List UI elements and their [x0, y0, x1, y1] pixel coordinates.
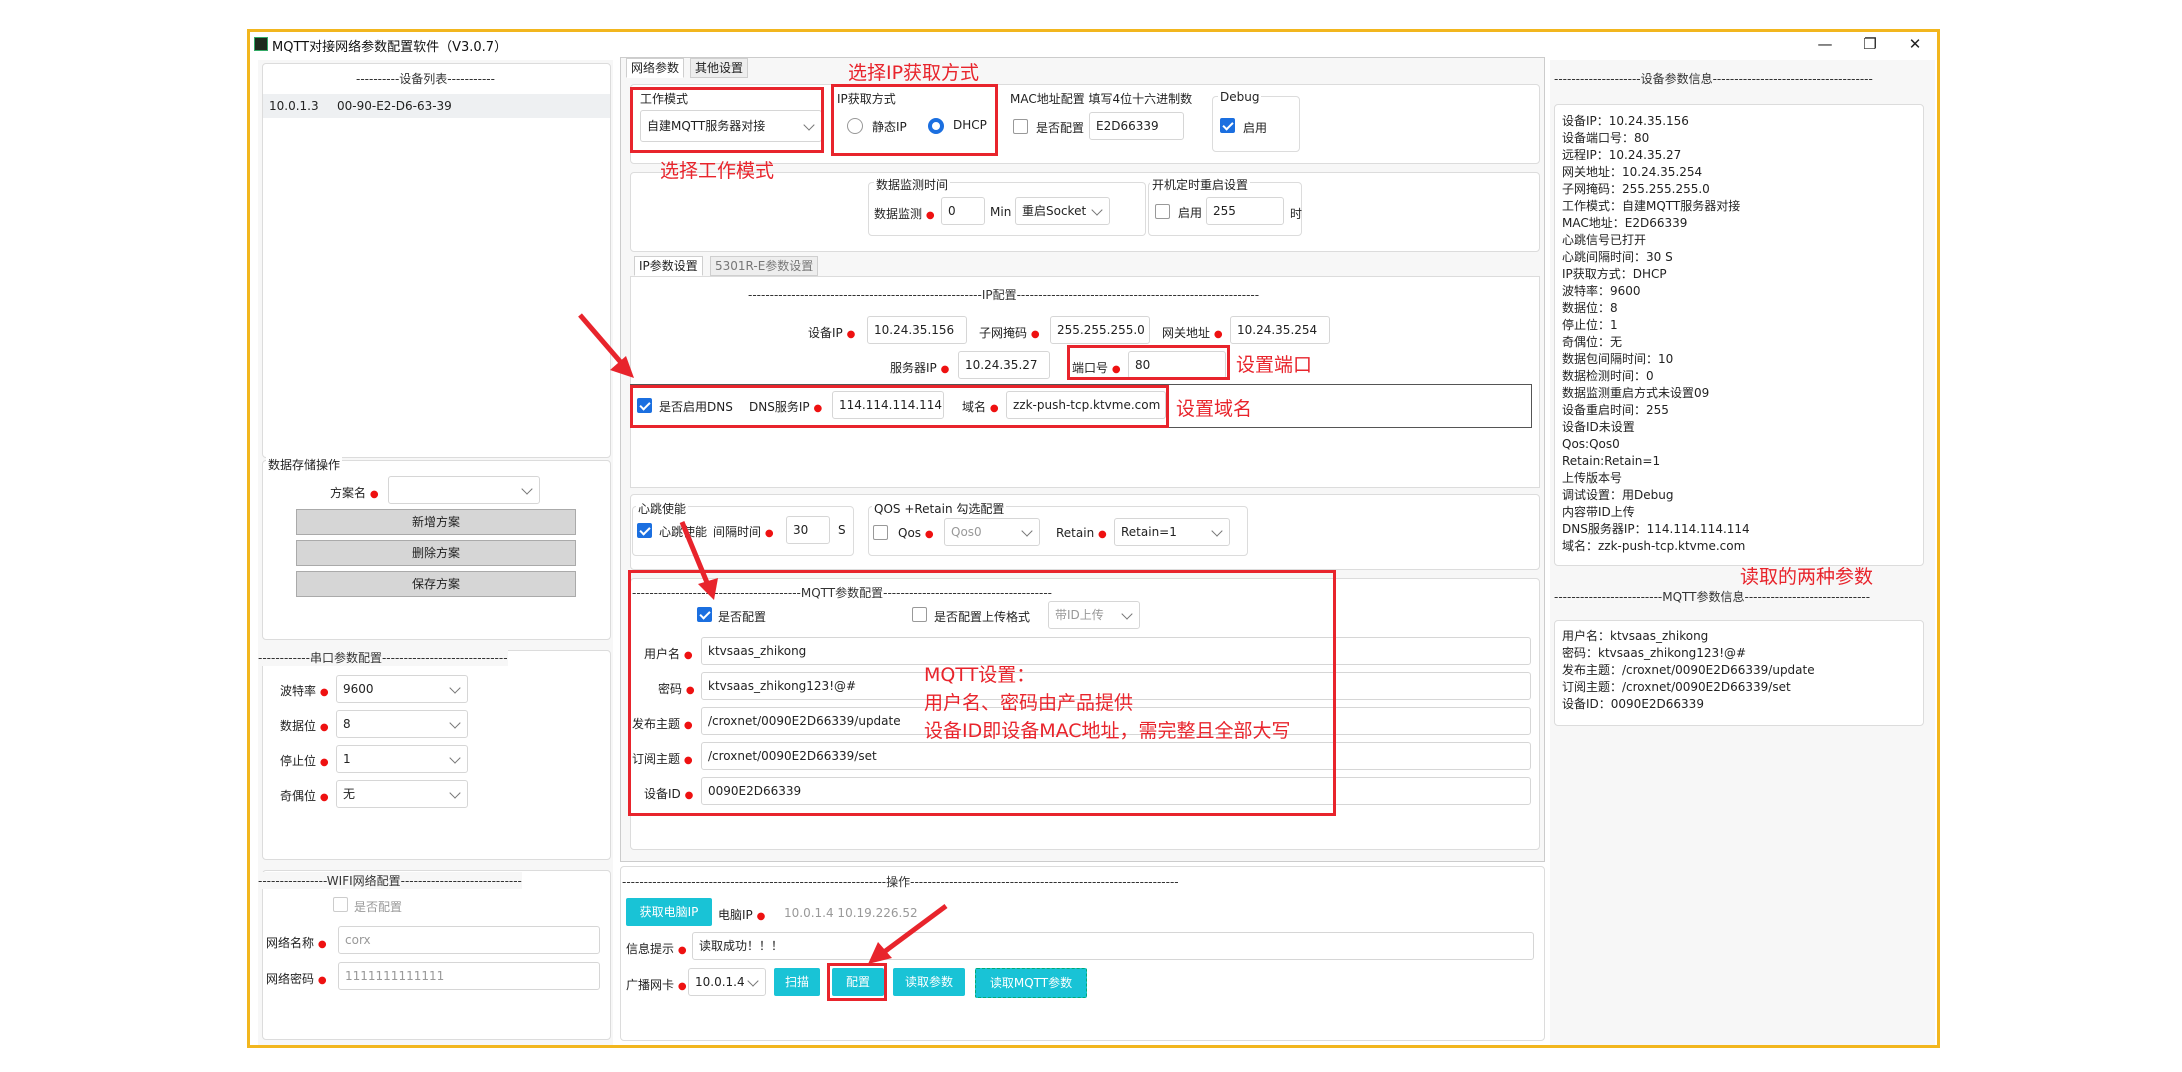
mqtt-enable-arrow-icon [679, 521, 718, 600]
dns-arrow-icon [578, 313, 634, 378]
annotation-arrows [578, 313, 948, 964]
config-arrow-icon [868, 903, 948, 964]
